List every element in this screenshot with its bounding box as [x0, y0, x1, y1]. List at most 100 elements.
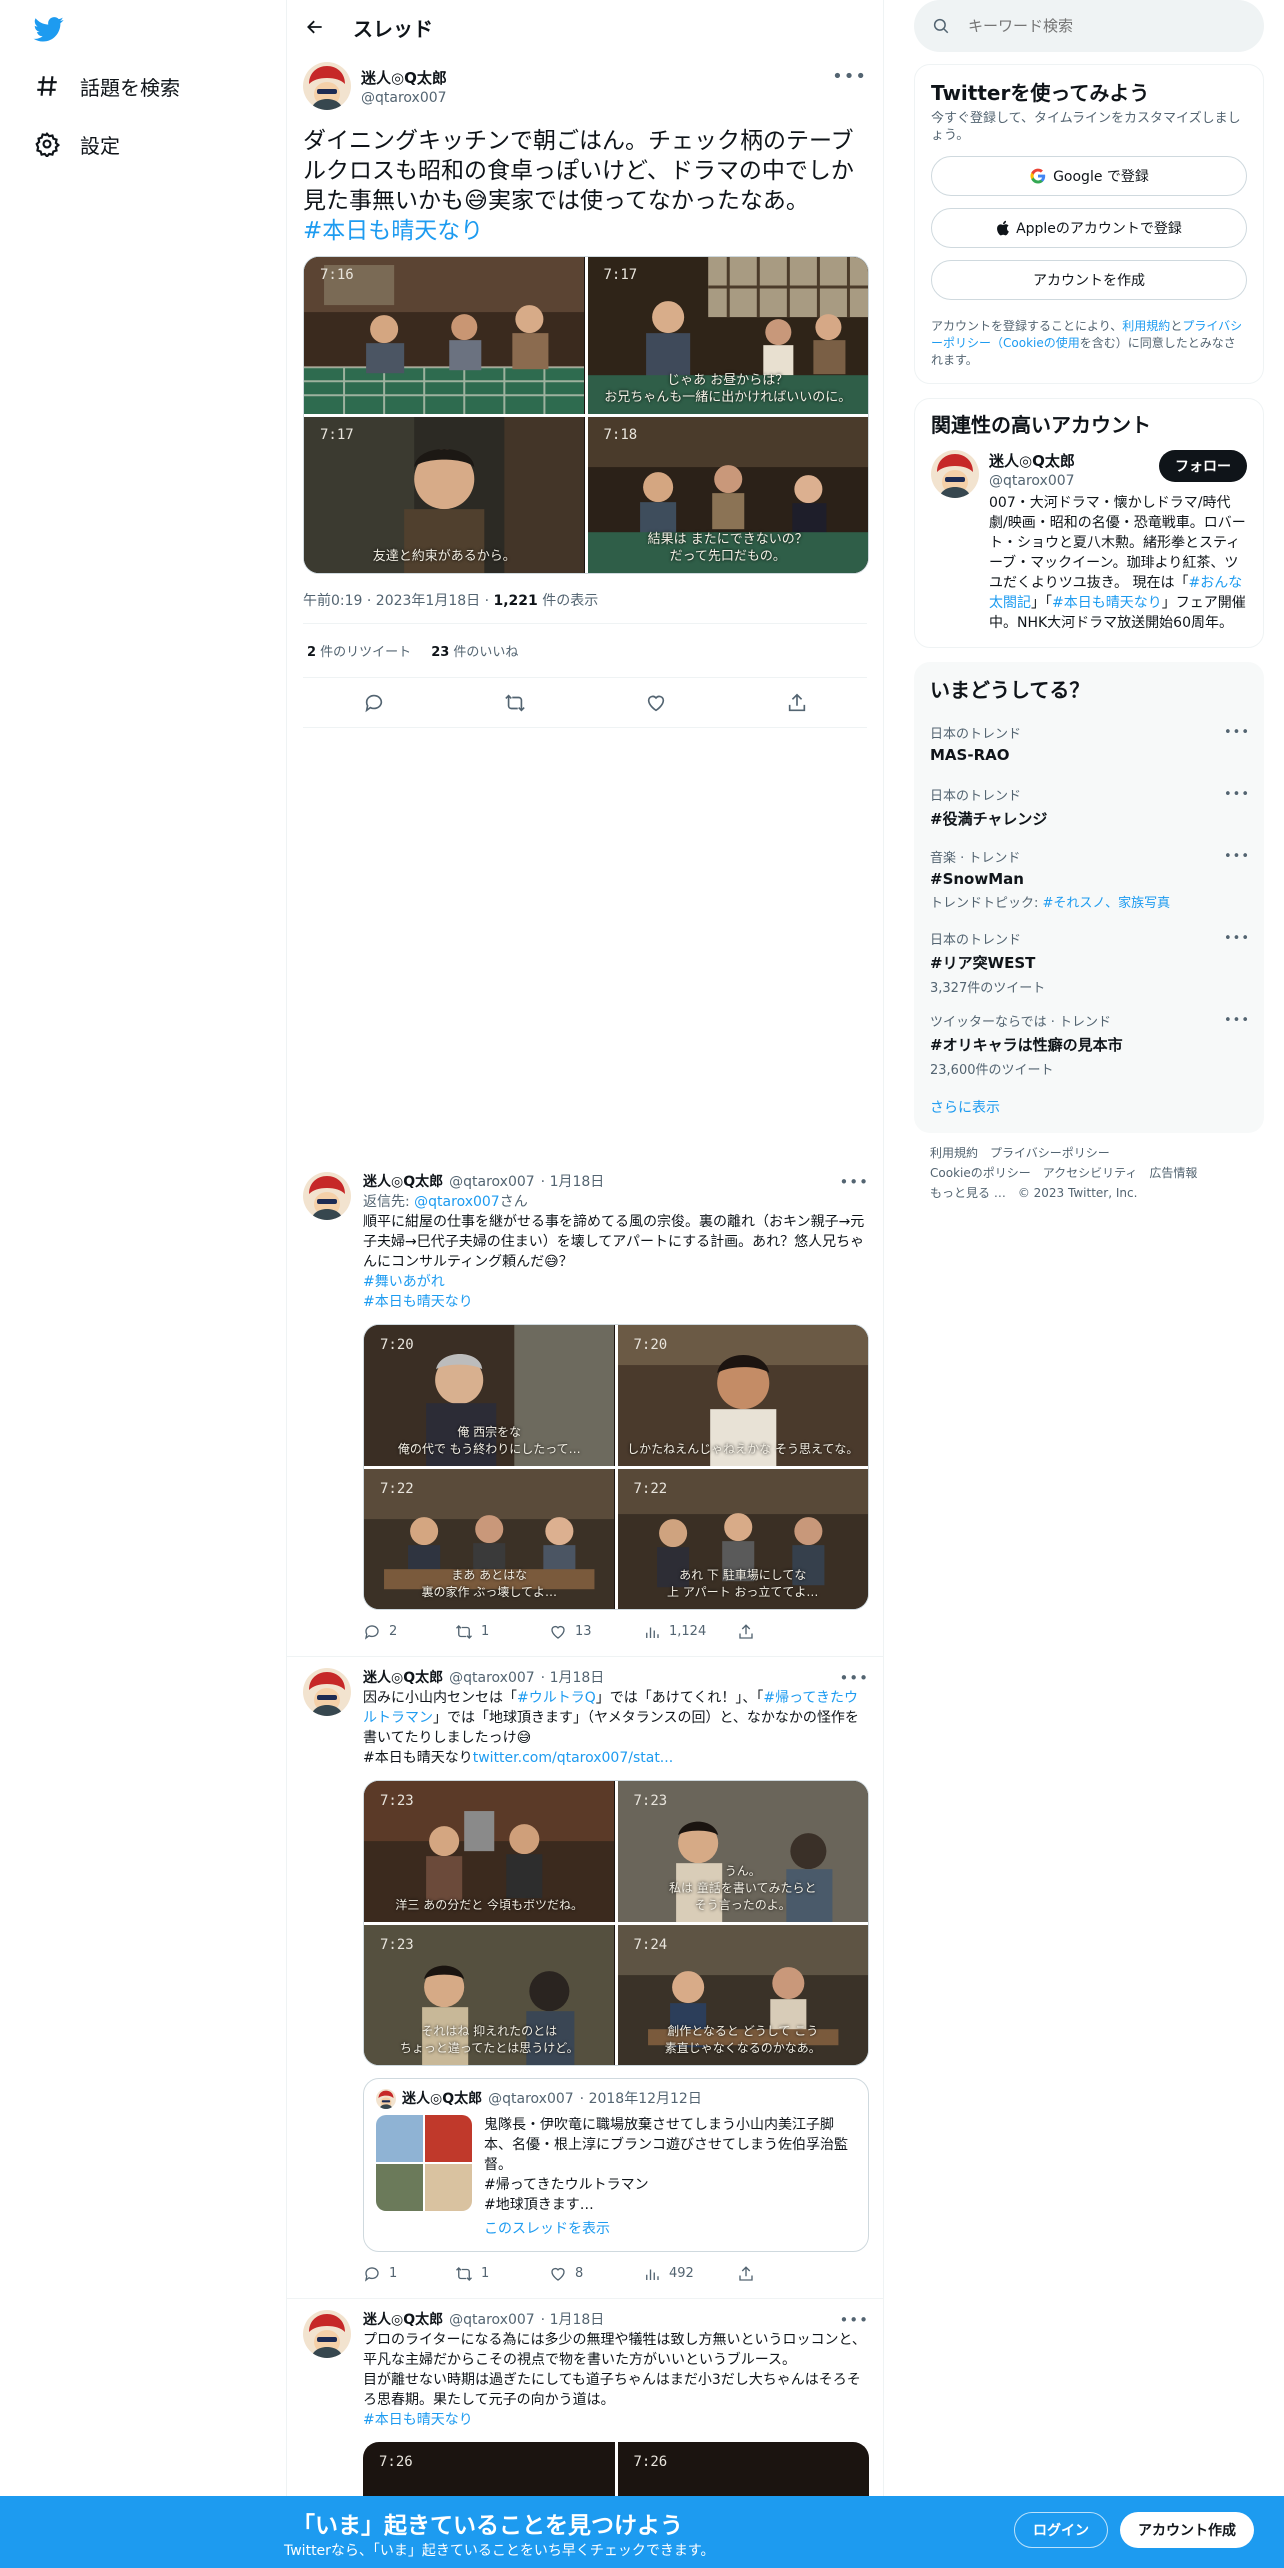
media-image[interactable]: 7:17 友達と約束があるから。 — [304, 416, 585, 573]
nav-settings[interactable]: 設定 — [34, 124, 120, 164]
media-image[interactable]: 7:26 — [363, 2442, 615, 2502]
retweet-button[interactable]: 1 — [455, 1622, 549, 1642]
avatar[interactable] — [303, 62, 351, 110]
media-image[interactable]: 7:26 — [617, 2442, 869, 2502]
like-button[interactable]: 13 — [549, 1622, 643, 1642]
hashtag-link[interactable]: #本日も晴天なり — [1052, 595, 1162, 611]
reply-to-handle[interactable]: @qtarox007 — [414, 1194, 500, 1210]
search-box[interactable] — [914, 0, 1264, 52]
hashtag-link[interactable]: #ウルトラQ — [517, 1690, 596, 1706]
share-icon[interactable] — [786, 692, 808, 714]
follow-button[interactable]: フォロー — [1159, 450, 1247, 482]
trend-item[interactable]: 日本のトレンド #リア突WEST 3,327件のツイート ••• — [914, 919, 1264, 1001]
date[interactable]: · 1月18日 — [541, 2310, 605, 2330]
date[interactable]: · 1月18日 — [541, 1668, 605, 1688]
trend-item[interactable]: 日本のトレンド #役満チャレンジ ••• — [914, 775, 1264, 837]
handle[interactable]: @qtarox007 — [449, 1172, 535, 1192]
reply-button[interactable]: 1 — [363, 2264, 455, 2284]
timestamp[interactable]: 午前0:19 · 2023年1月18日 · — [303, 593, 494, 609]
footer-link[interactable]: 広告情報 — [1149, 1166, 1197, 1180]
media-image[interactable]: 7:22 まあ あとはな 裏の家作 ぶっ壊してよ… — [364, 1468, 615, 1609]
footer-link[interactable]: アクセシビリティ — [1043, 1166, 1138, 1180]
avatar[interactable] — [303, 1172, 351, 1220]
views-button[interactable]: 1,124 — [643, 1622, 737, 1642]
apple-signup-button[interactable]: Appleのアカウントで登録 — [931, 208, 1247, 248]
hashtag-link[interactable]: #本日も晴天なり — [303, 216, 867, 246]
search-input[interactable] — [968, 17, 1228, 35]
google-signup-button[interactable]: Google で登録 — [931, 156, 1247, 196]
more-icon[interactable]: ••• — [1224, 1013, 1250, 1028]
back-button[interactable] — [301, 13, 329, 41]
related-handle[interactable]: @qtarox007 — [989, 473, 1159, 489]
media-image[interactable]: 7:20 俺 西宗をな 俺の代で もう終わりにしたって… — [364, 1325, 615, 1466]
avatar[interactable] — [303, 2310, 351, 2358]
media-image[interactable]: 7:23 それはね 抑えれたのとは ちょっと違ってたとは思うけど。 — [364, 1924, 615, 2065]
likes-stat[interactable]: 23 件のいいね — [431, 641, 518, 660]
footer-link[interactable]: Cookieのポリシー — [930, 1166, 1031, 1180]
show-thread-link[interactable]: このスレッドを表示 — [484, 2219, 856, 2239]
media-image[interactable]: 7:17 じゃあ お昼からは？ お兄ちゃんも一緒に出かければいいのに。 — [587, 257, 868, 414]
like-button[interactable]: 8 — [549, 2264, 643, 2284]
share-button[interactable] — [737, 1623, 763, 1641]
retweets-stat[interactable]: 2 件のリツイート — [307, 641, 411, 660]
login-button[interactable]: ログイン — [1014, 2512, 1108, 2548]
reply-tweet[interactable]: 迷人◎Q太郎 @qtarox007 · 1月18日 ••• プロのライターになる… — [287, 2310, 883, 2502]
more-icon[interactable]: ••• — [1224, 849, 1250, 864]
media-image[interactable]: 7:23 うん。 私は 童話を書いてみたらと そう言ったのよ。 — [617, 1781, 868, 1922]
more-icon[interactable]: ••• — [839, 1172, 869, 1192]
related-display-name[interactable]: 迷人◎Q太郎 — [989, 450, 1159, 471]
more-icon[interactable]: ••• — [839, 1668, 869, 1688]
reply-tweet[interactable]: 迷人◎Q太郎 @qtarox007 · 1月18日 ••• 返信先: @qtar… — [287, 1172, 883, 1657]
media-grid[interactable]: 7:26 7:26 — [363, 2442, 869, 2502]
retweet-icon[interactable] — [504, 692, 526, 714]
handle[interactable]: @qtarox007 — [361, 90, 832, 106]
media-image[interactable]: 7:24 創作となると どうして こう 素直じゃなくなるのかなあ。 — [617, 1924, 868, 2065]
terms-link[interactable]: 利用規約 — [1122, 319, 1170, 333]
handle[interactable]: @qtarox007 — [449, 2310, 535, 2330]
media-image[interactable]: 7:23 洋三 あの分だと 今頃もボツだね。 — [364, 1781, 615, 1922]
trend-item[interactable]: 日本のトレンド MAS-RAO ••• — [914, 713, 1264, 775]
views-button[interactable]: 492 — [643, 2264, 737, 2284]
hashtag-link[interactable]: #本日も晴天なり — [363, 1292, 869, 1312]
more-icon[interactable]: ••• — [1224, 725, 1250, 740]
like-icon[interactable] — [645, 692, 667, 714]
retweet-button[interactable]: 1 — [455, 2264, 549, 2284]
hashtag-link[interactable]: #舞いあがれ — [363, 1272, 869, 1292]
display-name[interactable]: 迷人◎Q太郎 — [363, 2310, 443, 2330]
reply-button[interactable]: 2 — [363, 1622, 455, 1642]
reply-icon[interactable] — [363, 692, 385, 714]
more-icon[interactable]: ••• — [1224, 787, 1250, 802]
media-image[interactable]: 7:22 あれ 下 駐車場にしてな 上 アパート おっ立ててよ… — [617, 1468, 868, 1609]
media-grid[interactable]: 7:23 洋三 あの分だと 今頃もボツだね。 7:23 うん。 私は 童話を書い… — [363, 1780, 869, 2066]
quote-tweet[interactable]: 迷人◎Q太郎 @qtarox007 · 2018年12月12日 鬼隊長・伊吹竜に… — [363, 2078, 869, 2252]
media-grid[interactable]: 7:16 7:17 じゃあ お昼からは？ お兄ちゃんも一緒に出かければいいのに。… — [303, 256, 869, 574]
share-button[interactable] — [737, 2265, 763, 2283]
avatar[interactable] — [303, 1668, 351, 1716]
footer-link[interactable]: 利用規約 — [930, 1146, 978, 1160]
more-icon[interactable]: ••• — [832, 66, 867, 87]
trend-item[interactable]: 音楽 · トレンド #SnowMan トレンドトピック: #それスノ、家族写真 ••• — [914, 837, 1264, 919]
twitter-logo-icon[interactable] — [32, 14, 66, 44]
footer-link[interactable]: プライバシーポリシー — [990, 1146, 1110, 1160]
footer-more-link[interactable]: もっと見る … — [930, 1186, 1006, 1200]
reply-tweet[interactable]: 迷人◎Q太郎 @qtarox007 · 1月18日 ••• 因みに小山内センセは… — [287, 1668, 883, 2299]
display-name[interactable]: 迷人◎Q太郎 — [363, 1668, 443, 1688]
nav-explore[interactable]: 話題を検索 — [34, 66, 180, 106]
media-image[interactable]: 7:18 結果は またにできないの？ だって先口だもの。 — [587, 416, 868, 573]
more-icon[interactable]: ••• — [839, 2310, 869, 2330]
handle[interactable]: @qtarox007 — [449, 1668, 535, 1688]
create-account-button[interactable]: アカウントを作成 — [931, 260, 1247, 300]
more-icon[interactable]: ••• — [1224, 931, 1250, 946]
show-more-link[interactable]: さらに表示 — [914, 1083, 1264, 1123]
display-name[interactable]: 迷人◎Q太郎 — [361, 67, 832, 88]
signup-button[interactable]: アカウント作成 — [1120, 2512, 1254, 2548]
avatar[interactable] — [931, 450, 979, 498]
media-grid[interactable]: 7:20 俺 西宗をな 俺の代で もう終わりにしたって… 7:20 しかたねえん… — [363, 1324, 869, 1610]
trend-topic-link[interactable]: #それスノ、家族写真 — [1043, 896, 1171, 911]
media-image[interactable]: 7:16 — [304, 257, 585, 414]
date[interactable]: · 1月18日 — [541, 1172, 605, 1192]
display-name[interactable]: 迷人◎Q太郎 — [363, 1172, 443, 1192]
trend-item[interactable]: ツイッターならでは · トレンド #オリキャラは性癖の見本市 23,600件のツイー… — [914, 1001, 1264, 1083]
media-image[interactable]: 7:20 しかたねえんじゃねえかな そう思えてな。 — [617, 1325, 868, 1466]
tweet-url-link[interactable]: twitter.com/qtarox007/stat... — [473, 1750, 673, 1766]
